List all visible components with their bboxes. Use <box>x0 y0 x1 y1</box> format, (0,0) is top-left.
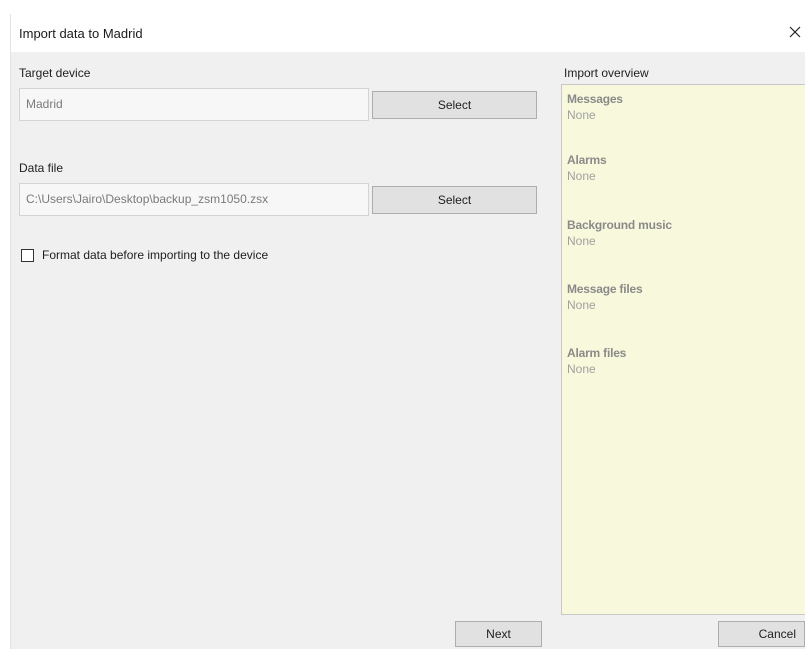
close-icon <box>789 26 801 38</box>
format-data-label: Format data before importing to the devi… <box>42 248 269 262</box>
overview-section-background-music: Background music None <box>567 218 672 248</box>
overview-section-value: None <box>567 362 596 376</box>
import-dialog: Import data to Madrid Target device Madr… <box>10 14 805 649</box>
overview-section-message-files: Message files None <box>567 282 643 312</box>
data-file-field[interactable]: C:\Users\Jairo\Desktop\backup_zsm1050.zs… <box>19 183 369 216</box>
overview-section-value: None <box>567 298 596 312</box>
title-bar: Import data to Madrid <box>11 14 805 52</box>
format-data-option[interactable]: Format data before importing to the devi… <box>21 248 268 262</box>
import-overview-label: Import overview <box>564 66 649 80</box>
target-device-label: Target device <box>19 66 91 80</box>
overview-section-value: None <box>567 108 596 122</box>
overview-section-title: Messages <box>567 92 623 106</box>
next-button[interactable]: Next <box>455 621 542 647</box>
close-button[interactable] <box>784 20 805 44</box>
overview-section-title: Message files <box>567 282 643 296</box>
overview-section-messages: Messages None <box>567 92 623 122</box>
format-data-checkbox[interactable] <box>21 248 34 262</box>
overview-section-alarms: Alarms None <box>567 153 607 183</box>
overview-section-title: Alarm files <box>567 346 627 360</box>
data-file-select-button[interactable]: Select <box>372 186 537 214</box>
overview-section-value: None <box>567 169 596 183</box>
import-overview-panel: Messages None Alarms None Background mus… <box>561 84 805 615</box>
cancel-button[interactable]: Cancel <box>718 621 805 647</box>
target-device-select-button[interactable]: Select <box>372 91 537 119</box>
overview-section-alarm-files: Alarm files None <box>567 346 626 376</box>
overview-section-title: Alarms <box>567 153 607 167</box>
overview-section-value: None <box>567 234 596 248</box>
data-file-label: Data file <box>19 161 64 175</box>
target-device-field[interactable]: Madrid <box>19 88 369 121</box>
dialog-title: Import data to Madrid <box>19 26 143 41</box>
overview-section-title: Background music <box>567 218 672 232</box>
